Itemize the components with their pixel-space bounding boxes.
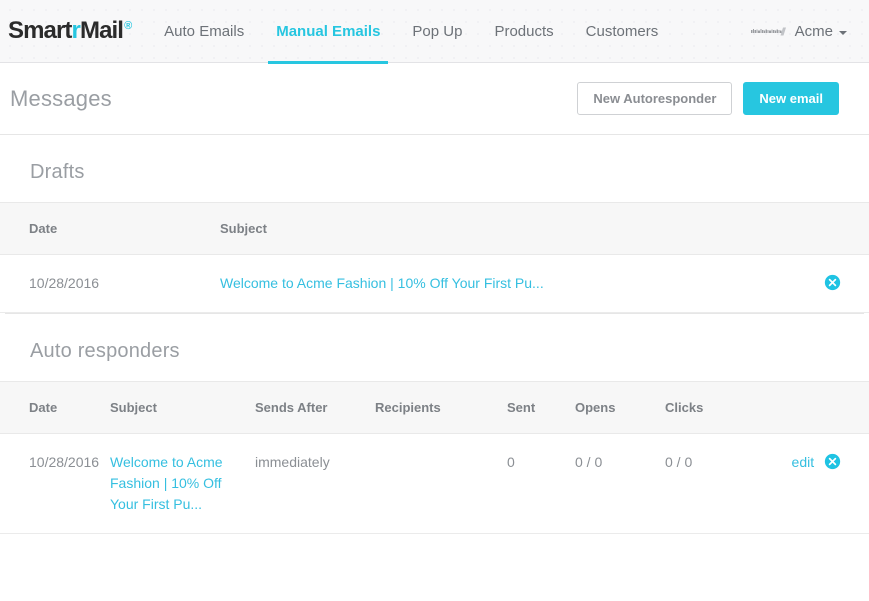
nav-item-products[interactable]: Products (478, 0, 569, 63)
nav-item-manual-emails[interactable]: Manual Emails (260, 0, 396, 63)
draft-subject-link[interactable]: Welcome to Acme Fashion | 10% Off Your F… (220, 275, 544, 291)
delete-circle-icon[interactable] (824, 274, 841, 291)
drafts-column-subject: Subject (220, 203, 789, 255)
autoresponder-cell-sent: 0 (507, 434, 575, 534)
autoresponder-cell-actions: edit (785, 434, 869, 534)
autoresponders-column-recipients: Recipients (375, 382, 507, 434)
new-autoresponder-button[interactable]: New Autoresponder (577, 82, 732, 115)
autoresponders-table: Date Subject Sends After Recipients Sent… (0, 381, 869, 534)
drafts-cell-actions (789, 255, 869, 313)
chevron-down-icon (839, 31, 847, 35)
autoresponder-cell-date: 10/28/2016 (0, 434, 110, 534)
drafts-section-title: Drafts (0, 135, 869, 202)
page-title: Messages (10, 86, 112, 112)
logo-text-smart: Smart (8, 17, 72, 45)
autoresponders-column-clicks: Clicks (665, 382, 785, 434)
registered-mark-icon: ® (124, 20, 132, 32)
drafts-column-actions (789, 203, 869, 255)
drafts-column-date: Date (0, 203, 220, 255)
account-brand-logo-icon (750, 26, 788, 37)
page-header-actions: New Autoresponder New email (577, 82, 839, 115)
autoresponders-column-actions (785, 382, 869, 434)
account-name: Acme (795, 23, 833, 40)
autoresponders-section: Auto responders Date Subject Sends After… (0, 314, 869, 534)
drafts-table-header-row: Date Subject (0, 203, 869, 255)
smartrmail-logo[interactable]: SmartrMail® (8, 17, 131, 45)
main-nav: Auto Emails Manual Emails Pop Up Product… (148, 0, 674, 63)
nav-item-pop-up[interactable]: Pop Up (396, 0, 478, 63)
table-row: 10/28/2016 Welcome to Acme Fashion | 10%… (0, 255, 869, 313)
nav-item-customers[interactable]: Customers (570, 0, 675, 63)
page-header: Messages New Autoresponder New email (0, 63, 869, 135)
top-navigation-bar: SmartrMail® Auto Emails Manual Emails Po… (0, 0, 869, 63)
autoresponder-cell-recipients (375, 434, 507, 534)
autoresponder-cell-subject: Welcome to Acme Fashion | 10% Off Your F… (110, 434, 255, 534)
edit-link[interactable]: edit (792, 454, 815, 470)
delete-circle-icon[interactable] (824, 453, 841, 470)
autoresponders-column-sent: Sent (507, 382, 575, 434)
logo-text-r: r (72, 17, 80, 45)
autoresponders-column-sends-after: Sends After (255, 382, 375, 434)
autoresponders-column-opens: Opens (575, 382, 665, 434)
drafts-cell-subject: Welcome to Acme Fashion | 10% Off Your F… (220, 255, 789, 313)
autoresponder-cell-clicks: 0 / 0 (665, 434, 785, 534)
autoresponder-subject-link[interactable]: Welcome to Acme Fashion | 10% Off Your F… (110, 454, 223, 512)
drafts-table: Date Subject 10/28/2016 Welcome to Acme … (0, 202, 869, 313)
logo-text-mail: Mail (80, 17, 123, 45)
drafts-cell-date: 10/28/2016 (0, 255, 220, 313)
table-row: 10/28/2016 Welcome to Acme Fashion | 10%… (0, 434, 869, 534)
autoresponders-column-subject: Subject (110, 382, 255, 434)
autoresponders-section-title: Auto responders (0, 314, 869, 381)
drafts-section: Drafts Date Subject 10/28/2016 Welcome t… (0, 135, 869, 313)
new-email-button[interactable]: New email (743, 82, 839, 115)
autoresponders-column-date: Date (0, 382, 110, 434)
nav-item-auto-emails[interactable]: Auto Emails (148, 0, 260, 63)
autoresponders-table-header-row: Date Subject Sends After Recipients Sent… (0, 382, 869, 434)
account-menu[interactable]: Acme (750, 23, 855, 40)
autoresponder-cell-sends-after: immediately (255, 434, 375, 534)
autoresponder-cell-opens: 0 / 0 (575, 434, 665, 534)
